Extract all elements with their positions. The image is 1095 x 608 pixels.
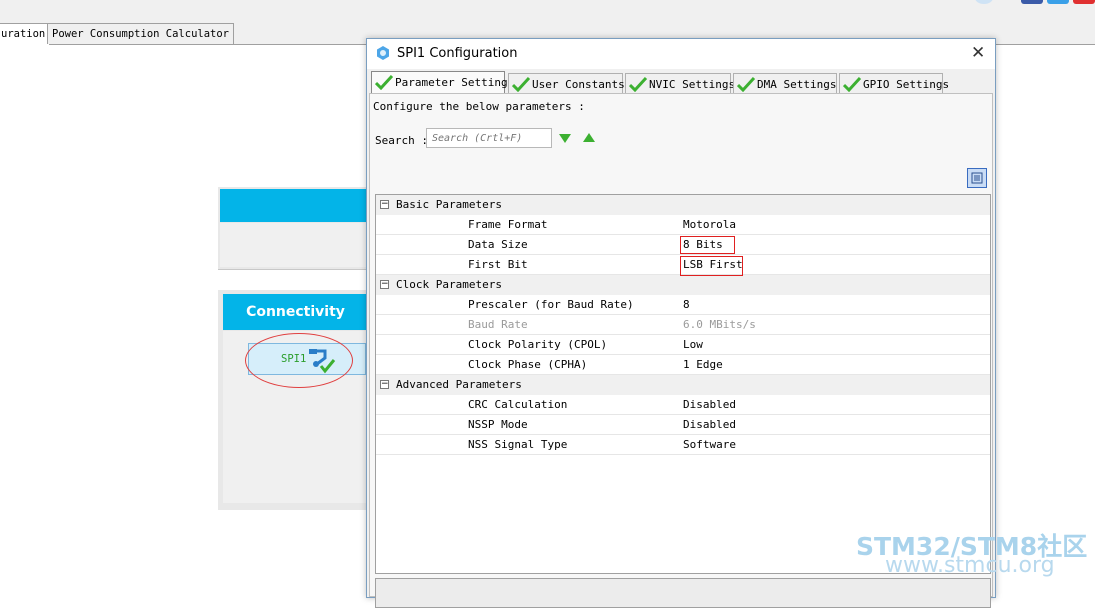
connectivity-header[interactable]: Connectivity [223, 294, 368, 330]
twitter-icon[interactable] [1047, 0, 1069, 4]
watermark-url: www.stmcu.org [885, 553, 1055, 578]
param-row-clock-phase[interactable]: Clock Phase (CPHA) 1 Edge [376, 355, 990, 375]
category-body [220, 223, 368, 267]
dialog-tabs: Parameter Settings User Constants NVIC S… [367, 71, 995, 94]
category-panel [218, 187, 368, 270]
check-icon [843, 76, 861, 92]
param-row-crc-calculation[interactable]: CRC Calculation Disabled [376, 395, 990, 415]
spi1-configuration-dialog: SPI1 Configuration ✕ Parameter Settings … [366, 38, 996, 608]
check-icon [375, 74, 393, 90]
gear-icon [377, 46, 389, 60]
param-row-prescaler[interactable]: Prescaler (for Baud Rate) 8 [376, 295, 990, 315]
configure-text: Configure the below parameters : [373, 100, 585, 113]
param-row-nss-signal-type[interactable]: NSS Signal Type Software [376, 435, 990, 455]
facebook-icon[interactable] [1021, 0, 1043, 4]
dialog-title: SPI1 Configuration [397, 46, 518, 61]
tab-gpio-settings[interactable]: GPIO Settings [839, 73, 949, 93]
group-clock-parameters[interactable]: − Clock Parameters [376, 275, 990, 295]
tab-configuration[interactable]: uration [0, 23, 51, 45]
check-icon [737, 76, 755, 92]
arrow-down-icon[interactable] [558, 132, 572, 144]
close-icon[interactable]: ✕ [971, 43, 985, 63]
check-icon [629, 76, 647, 92]
param-row-clock-polarity[interactable]: Clock Polarity (CPOL) Low [376, 335, 990, 355]
list-view-button[interactable] [967, 168, 987, 188]
parameter-tree: − Basic Parameters Frame Format Motorola… [375, 194, 991, 574]
tab-parameter-settings[interactable]: Parameter Settings [371, 71, 514, 94]
parameter-settings-panel: Configure the below parameters : Search … [369, 93, 993, 608]
collapse-icon[interactable]: − [380, 380, 389, 389]
group-basic-parameters[interactable]: − Basic Parameters [376, 195, 990, 215]
dialog-title-bar[interactable]: SPI1 Configuration ✕ [367, 39, 995, 69]
collapse-icon[interactable]: − [380, 200, 389, 209]
tab-nvic-settings[interactable]: NVIC Settings [625, 73, 735, 93]
connectivity-panel: Connectivity [218, 290, 368, 510]
check-icon [512, 76, 530, 92]
category-header[interactable] [220, 189, 368, 222]
top-toolbar [0, 0, 1095, 22]
arrow-up-icon[interactable] [582, 132, 596, 144]
highlight-box-first-bit [680, 256, 743, 276]
list-icon [971, 172, 983, 184]
description-panel [375, 578, 991, 608]
tab-dma-settings[interactable]: DMA Settings [733, 73, 837, 93]
highlight-box-data-size [680, 236, 735, 254]
collapse-icon[interactable]: − [380, 280, 389, 289]
highlight-ellipse [245, 333, 353, 388]
group-advanced-parameters[interactable]: − Advanced Parameters [376, 375, 990, 395]
param-row-nssp-mode[interactable]: NSSP Mode Disabled [376, 415, 990, 435]
globe-icon[interactable] [975, 0, 993, 4]
param-row-frame-format[interactable]: Frame Format Motorola [376, 215, 990, 235]
tab-power-consumption[interactable]: Power Consumption Calculator [47, 23, 235, 44]
param-row-baud-rate: Baud Rate 6.0 MBits/s [376, 315, 990, 335]
youtube-icon[interactable] [1073, 0, 1095, 4]
search-input[interactable] [426, 128, 552, 148]
tab-user-constants[interactable]: User Constants [508, 73, 625, 93]
search-label: Search : [375, 134, 428, 147]
